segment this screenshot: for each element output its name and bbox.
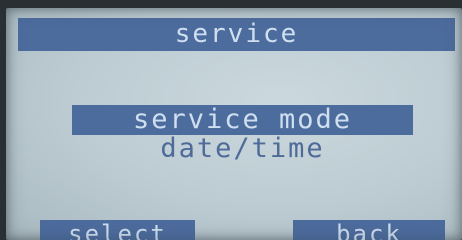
- screen-title: service: [18, 18, 455, 51]
- menu-item-service-mode[interactable]: service mode: [72, 105, 413, 135]
- lcd-screen: service service mode date/time select ba…: [6, 8, 462, 240]
- select-softkey[interactable]: select: [40, 220, 195, 240]
- back-softkey[interactable]: back: [293, 220, 445, 240]
- menu-item-date-time[interactable]: date/time: [72, 134, 413, 164]
- device-bezel: service service mode date/time select ba…: [0, 0, 462, 240]
